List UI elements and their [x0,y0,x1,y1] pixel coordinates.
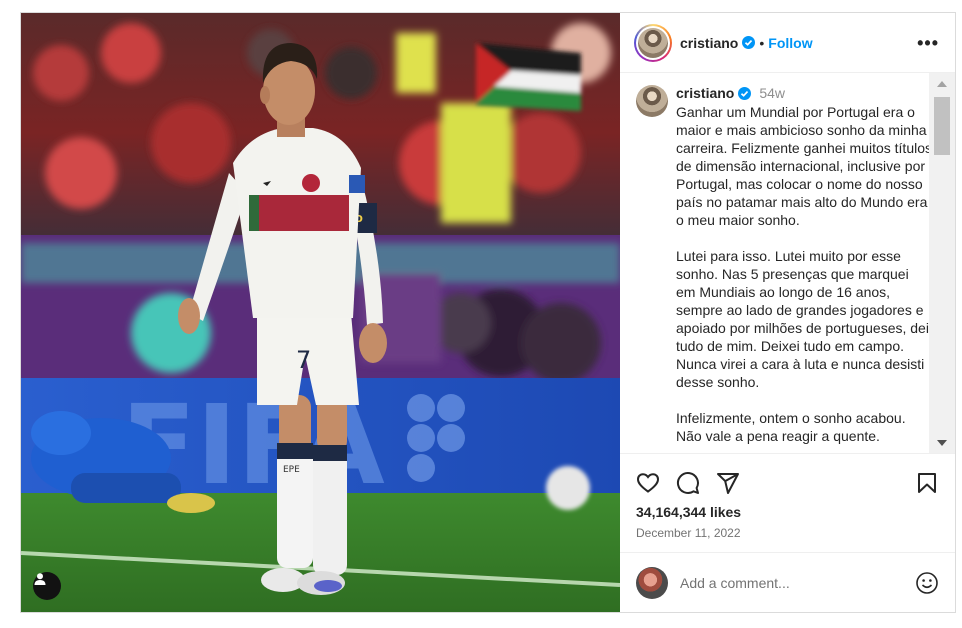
post-card: FIFA EPE 7 cristiano • Follow ••• cristi… [20,12,956,613]
user-tag-icon [34,573,46,585]
caption-avatar[interactable] [636,85,668,117]
scroll-down-arrow-icon[interactable] [937,440,947,446]
caption-scrollbar[interactable] [929,73,955,453]
comment-icon[interactable] [676,471,700,495]
caption-row: cristiano 54w Ganhar um Mundial por Port… [620,73,955,445]
shorts-number: 7 [296,346,311,374]
caption-text: Ganhar um Mundial por Portugal era o mai… [676,104,932,444]
bookmark-icon[interactable] [915,471,939,495]
comment-bar [620,552,955,612]
sock-text: EPE [283,465,300,475]
likes-count[interactable]: 34,164,344 likes [620,498,955,520]
post-date[interactable]: December 11, 2022 [620,520,955,540]
heart-icon[interactable] [636,471,660,495]
author-avatar-story-ring[interactable] [634,23,672,62]
caption-timestamp[interactable]: 54w [759,85,785,101]
caption-scroll-area[interactable]: cristiano 54w Ganhar um Mundial por Port… [620,73,955,454]
post-actions [620,454,955,498]
ball [546,466,590,510]
emoji-icon[interactable] [915,571,939,595]
verified-badge-icon [742,36,756,49]
tagged-users-button[interactable] [33,572,61,600]
post-photo-illustration: FIFA EPE 7 [21,13,620,612]
share-icon[interactable] [716,471,740,495]
more-options-button[interactable]: ••• [917,34,939,52]
comment-input[interactable] [680,574,915,591]
separator-dot: • [759,34,765,51]
avatar [638,27,668,58]
post-photo[interactable]: FIFA EPE 7 [21,13,620,612]
scroll-up-arrow-icon[interactable] [937,81,947,87]
post-side-panel: cristiano • Follow ••• cristiano 54w Gan… [620,13,955,612]
scrollbar-thumb[interactable] [934,97,950,155]
follow-button[interactable]: Follow [768,35,812,51]
current-user-avatar [636,566,668,599]
verified-badge-icon [738,86,752,100]
flag [476,43,581,111]
post-header: cristiano • Follow ••• [620,13,955,73]
author-username-link[interactable]: cristiano [680,35,738,51]
caption-username-link[interactable]: cristiano [676,85,734,101]
